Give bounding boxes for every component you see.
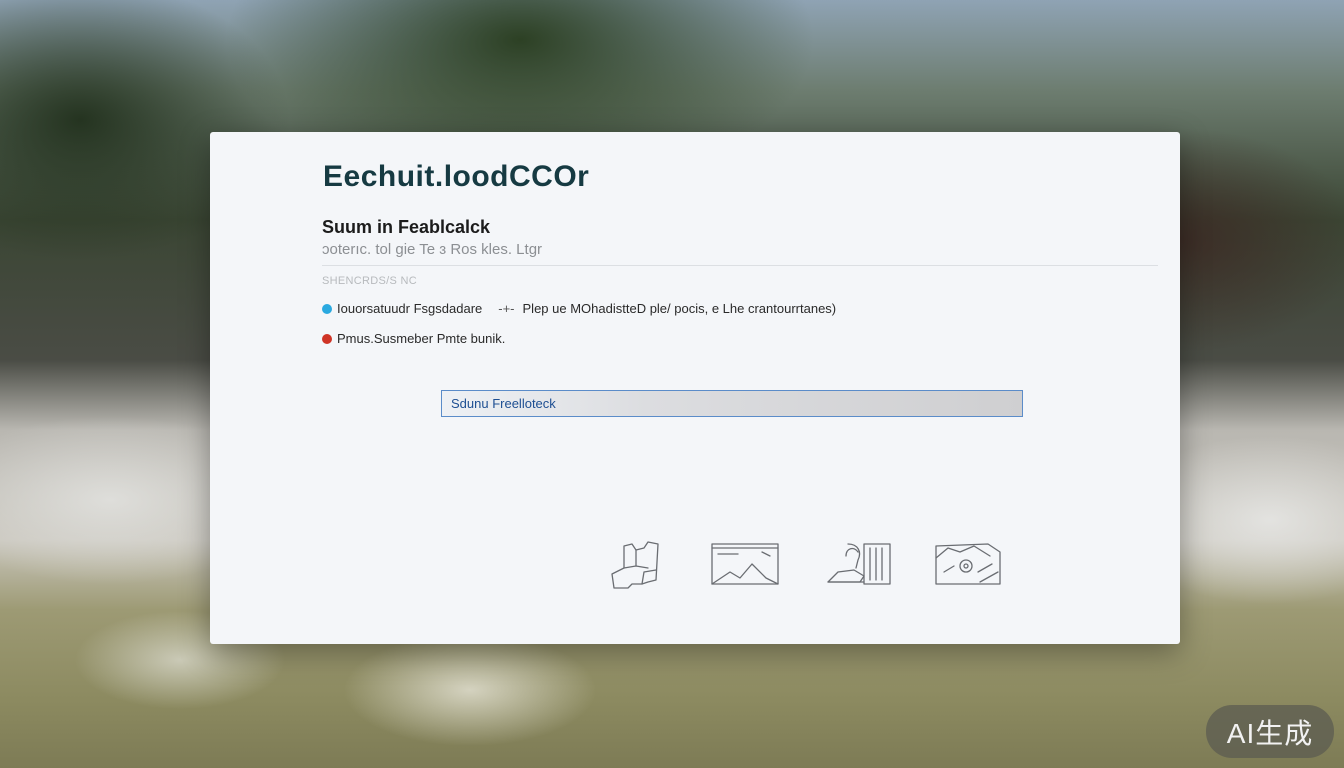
status-row-red: Pmus.Susmeber Pmte bunik.	[322, 331, 505, 346]
photo-card-icon[interactable]	[930, 538, 1004, 594]
dialog-subheading: ɔoterıc. tol gie Te ɜ Ros kles. Ltgr	[322, 241, 543, 258]
status-label: Iouorsatuudr Fsgsdadare	[337, 301, 483, 316]
feedback-dialog: Eechuit.loodCCOr Suum in Feablcalck ɔote…	[210, 132, 1180, 644]
status-detail: Plep ue MOhadistteD ple/ pocis, e Lhe cr…	[522, 301, 837, 316]
status-dot-red-icon	[322, 333, 332, 344]
status-row-blue: Iouorsatuudr Fsgsdadare -+- Plep ue MOha…	[322, 301, 836, 316]
submit-feedback-button[interactable]: Sdunu Freelloteck	[441, 390, 1023, 417]
submit-feedback-label: Sdunu Freelloteck	[451, 396, 556, 411]
status-separator: -+-	[498, 301, 515, 316]
status-dot-blue-icon	[322, 303, 332, 314]
app-title: Eechuit.loodCCOr	[323, 160, 590, 193]
hand-sketch-icon[interactable]	[602, 538, 676, 594]
landscape-image-icon[interactable]	[708, 538, 782, 594]
ai-generated-badge: AI生成	[1206, 705, 1334, 758]
device-stand-icon[interactable]	[820, 538, 894, 594]
divider	[322, 265, 1158, 266]
status-label: Pmus.Susmeber Pmte bunik.	[337, 331, 506, 346]
icon-row	[602, 538, 1022, 594]
dialog-heading: Suum in Feablcalck	[322, 217, 491, 237]
section-label: SHENCRDS/S NC	[322, 275, 417, 287]
